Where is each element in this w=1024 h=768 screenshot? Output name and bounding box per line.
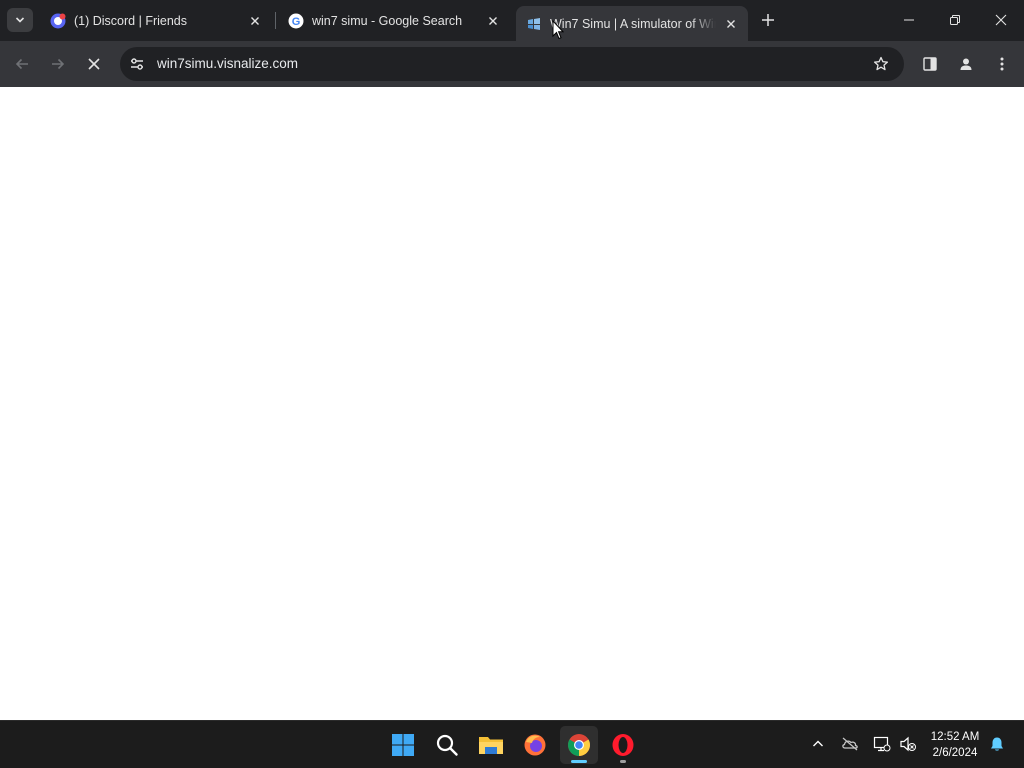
profile-icon	[960, 58, 972, 70]
plus-icon	[762, 14, 774, 26]
clock-time: 12:52 AM	[930, 731, 980, 743]
arrow-right-icon	[52, 58, 65, 70]
win7simu-icon	[526, 16, 542, 32]
tab-search-button[interactable]	[7, 8, 33, 32]
search-icon	[436, 734, 458, 756]
taskbar-search-button[interactable]	[428, 726, 466, 764]
windows-start-icon	[392, 734, 414, 756]
address-bar[interactable]: win7simu.visnalize.com	[120, 47, 904, 81]
start-button[interactable]	[384, 726, 422, 764]
chevron-up-icon	[813, 740, 823, 747]
side-panel-button[interactable]	[919, 53, 941, 75]
page-content	[0, 87, 1024, 720]
file-explorer-button[interactable]	[472, 726, 510, 764]
site-info-icon[interactable]	[128, 55, 146, 73]
firefox-button[interactable]	[516, 726, 554, 764]
opera-button[interactable]	[604, 726, 642, 764]
network-tray-icon[interactable]	[871, 733, 893, 755]
tab-win7simu[interactable]: Win7 Simu | A simulator of Windows 7	[516, 6, 748, 41]
notification-bell-icon	[991, 737, 1003, 751]
discord-icon	[50, 13, 66, 29]
forward-button[interactable]	[45, 51, 71, 77]
browser-toolbar: win7simu.visnalize.com	[0, 41, 1024, 87]
svg-text:G: G	[292, 16, 301, 28]
back-button[interactable]	[9, 51, 35, 77]
close-icon[interactable]	[722, 15, 740, 33]
stop-loading-button[interactable]	[81, 51, 107, 77]
chrome-icon	[568, 734, 590, 756]
close-icon[interactable]	[484, 12, 502, 30]
network-icon	[873, 736, 891, 752]
running-indicator	[620, 760, 626, 763]
tab-title: win7 simu - Google Search	[312, 13, 463, 28]
bookmark-star-icon[interactable]	[872, 55, 890, 73]
minimize-button[interactable]	[886, 0, 932, 40]
opera-icon	[612, 734, 634, 756]
tab-separator	[275, 12, 276, 29]
tab-strip: (1) Discord | Friends G win7 simu - Goog…	[0, 0, 1024, 41]
new-tab-button[interactable]	[756, 8, 780, 32]
system-clock[interactable]: 12:52 AM 2/6/2024	[922, 729, 988, 761]
tab-discord[interactable]: (1) Discord | Friends	[40, 6, 272, 35]
clock-date: 2/6/2024	[932, 747, 978, 759]
onedrive-tray-icon[interactable]	[839, 733, 861, 755]
notification-center-button[interactable]	[986, 733, 1008, 755]
google-icon: G	[288, 13, 304, 29]
close-icon[interactable]	[246, 12, 264, 30]
volume-tray-icon[interactable]	[897, 733, 919, 755]
tab-title: Win7 Simu | A simulator of Windows 7	[550, 16, 716, 31]
mouse-cursor-icon	[552, 20, 564, 40]
profile-button[interactable]	[955, 53, 977, 75]
close-icon	[88, 58, 100, 70]
active-indicator	[571, 760, 587, 763]
tab-google-search[interactable]: G win7 simu - Google Search	[278, 6, 510, 35]
arrow-left-icon	[15, 58, 28, 70]
chevron-down-icon	[15, 17, 25, 23]
restore-button[interactable]	[932, 0, 978, 40]
restore-icon	[950, 15, 960, 25]
close-icon	[995, 14, 1007, 26]
show-hidden-icons-button[interactable]	[807, 733, 829, 755]
kebab-menu-icon	[1000, 57, 1004, 71]
side-panel-icon	[923, 57, 937, 71]
taskbar: 12:52 AM 2/6/2024	[0, 720, 1024, 768]
close-window-button[interactable]	[978, 0, 1024, 40]
menu-button[interactable]	[991, 53, 1013, 75]
address-text[interactable]: win7simu.visnalize.com	[157, 56, 298, 71]
chrome-button[interactable]	[560, 726, 598, 764]
onedrive-offline-icon	[842, 737, 858, 751]
volume-muted-icon	[900, 736, 916, 752]
folder-icon	[479, 737, 503, 754]
tab-title: (1) Discord | Friends	[74, 13, 187, 28]
firefox-icon	[524, 734, 546, 756]
minimize-icon	[904, 19, 914, 21]
